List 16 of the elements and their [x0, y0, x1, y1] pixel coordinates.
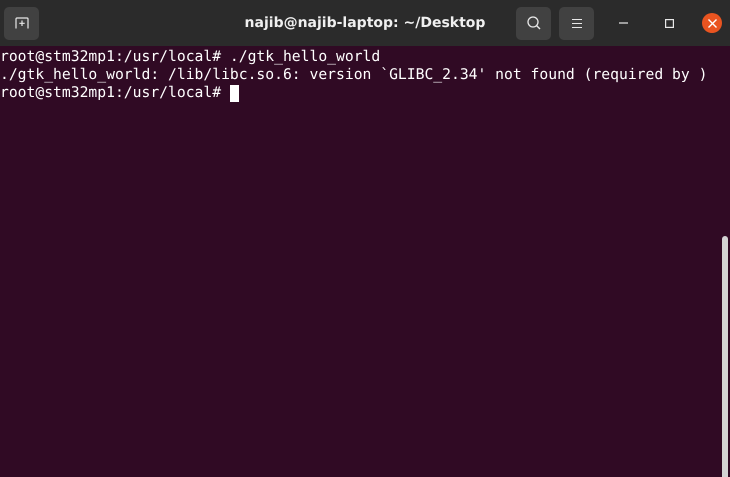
terminal-line: ./gtk_hello_world: /lib/libc.so.6: version `GLIBC_2.34' not found (required by )	[0, 66, 708, 84]
terminal-line: root@stm32mp1:/usr/local# ./gtk_hello_world	[0, 48, 380, 66]
terminal-line: root@stm32mp1:/usr/local#	[0, 84, 222, 102]
search-icon	[526, 16, 540, 30]
menu-button[interactable]	[559, 6, 594, 40]
window-title: najib@najib-laptop: ~/Desktop	[244, 15, 486, 31]
close-button[interactable]	[702, 13, 722, 33]
new-tab-icon	[14, 17, 28, 29]
search-button[interactable]	[516, 6, 551, 40]
minimize-icon	[618, 22, 628, 24]
close-icon	[708, 18, 716, 28]
menu-icon	[572, 18, 582, 28]
new-tab-button[interactable]	[4, 6, 39, 40]
maximize-icon	[664, 18, 674, 28]
terminal-area[interactable]: root@stm32mp1:/usr/local# ./gtk_hello_world ./gtk_hello_world: /lib/libc.so.6: version `GLIBC_2.34' not found (required by ) root@stm32mp1:/usr/local#	[0, 46, 730, 477]
scrollbar[interactable]	[722, 236, 728, 477]
